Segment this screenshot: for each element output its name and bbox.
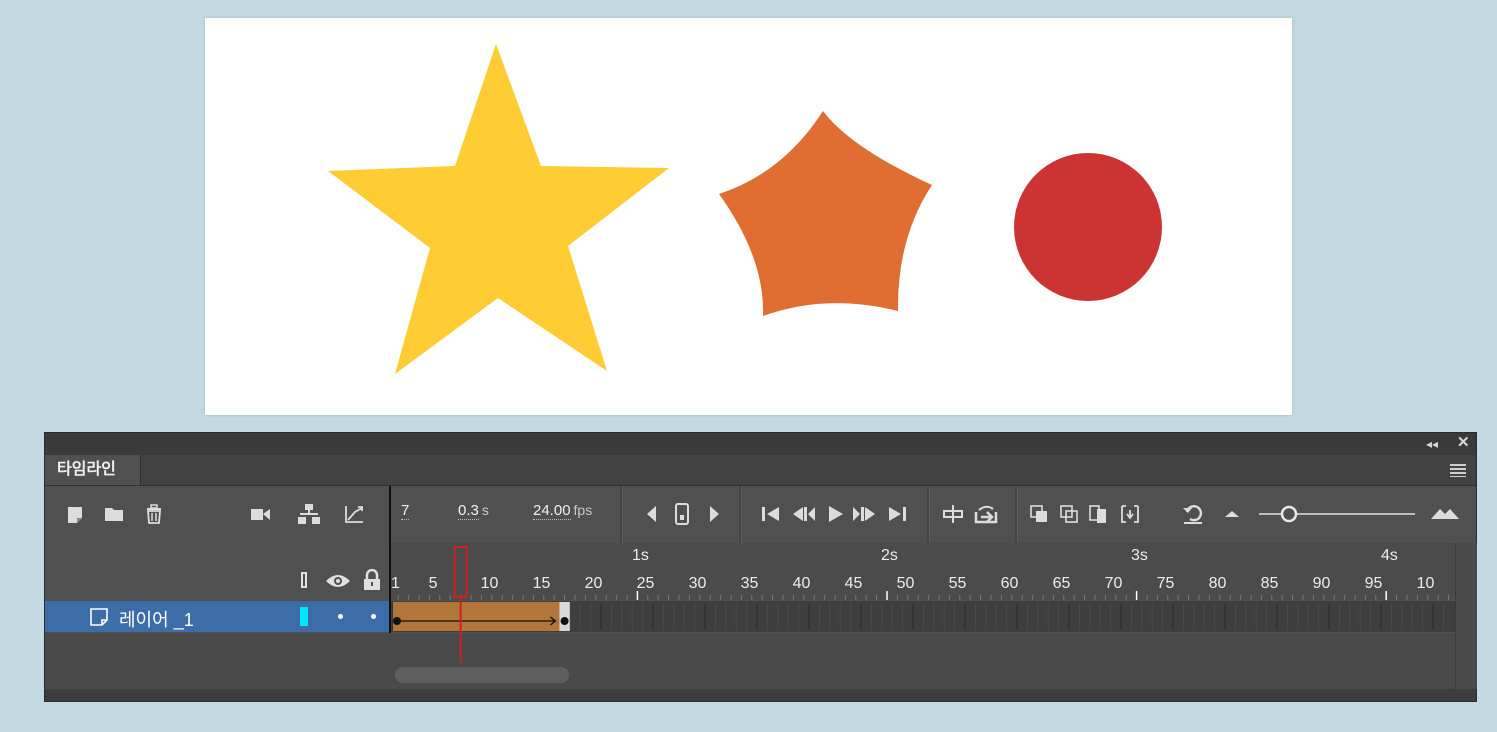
- keyframe-toggle-icon[interactable]: [671, 503, 693, 525]
- frame-rate-field[interactable]: 24.00 fps: [533, 502, 593, 520]
- timeline-panel: ◂◂ ✕ 타임라인 7 0.3 s 24.00 fps 1s 2s 3s 4s …: [44, 432, 1477, 702]
- current-time-value: 0.3: [458, 502, 479, 520]
- layer-parenting-icon[interactable]: [297, 503, 320, 525]
- previous-keyframe-icon[interactable]: [641, 503, 663, 525]
- modify-markers-icon[interactable]: [1119, 503, 1141, 525]
- toolbar-separator: [620, 486, 623, 543]
- panel-tab-bar: 타임라인: [45, 455, 1476, 486]
- current-frame-value: 7: [401, 502, 410, 520]
- go-to-last-frame-icon[interactable]: [885, 503, 907, 525]
- tab-timeline[interactable]: 타임라인: [45, 455, 141, 485]
- hamburger-menu-icon[interactable]: [1450, 463, 1466, 477]
- next-keyframe-icon[interactable]: [703, 503, 725, 525]
- orange-morphing-star-shape[interactable]: [719, 111, 932, 316]
- horizontal-scroll-track[interactable]: [45, 663, 1455, 689]
- zoom-in-mountain-icon[interactable]: [1429, 503, 1461, 525]
- stage-artwork: [328, 44, 1162, 374]
- time-unit-label: s: [481, 502, 489, 518]
- panel-title-bar: ◂◂ ✕: [45, 433, 1476, 455]
- zoom-out-mountain-icon[interactable]: [1221, 503, 1243, 525]
- panel-bottom-bar: [45, 689, 1476, 701]
- step-back-icon[interactable]: [791, 503, 815, 525]
- graph-editor-icon[interactable]: [343, 503, 365, 525]
- stage-canvas[interactable]: [205, 18, 1292, 415]
- zoom-slider[interactable]: [1259, 503, 1419, 525]
- frame-rate-unit-label: fps: [573, 502, 593, 518]
- onion-skin-icon[interactable]: [1029, 503, 1051, 525]
- toolbar-separator: [739, 486, 742, 543]
- current-time-field[interactable]: 0.3 s: [458, 502, 489, 520]
- red-circle-shape[interactable]: [1014, 153, 1162, 301]
- playhead[interactable]: [45, 543, 1455, 665]
- step-forward-icon[interactable]: [851, 503, 875, 525]
- close-icon[interactable]: ✕: [1457, 435, 1470, 450]
- toolbar-separator: [1015, 486, 1018, 543]
- play-icon[interactable]: [825, 503, 847, 525]
- playhead-handle[interactable]: [453, 546, 468, 598]
- onion-skin-outlines-icon[interactable]: [1059, 503, 1081, 525]
- timeline-toolbar: 7 0.3 s 24.00 fps: [45, 486, 1476, 543]
- double-chevron-left-icon[interactable]: ◂◂: [1426, 437, 1438, 451]
- horizontal-scroll-thumb[interactable]: [395, 667, 569, 683]
- undo-rotate-icon[interactable]: [1181, 503, 1203, 525]
- current-frame-field[interactable]: 7: [401, 502, 410, 520]
- vertical-scroll-track[interactable]: [1455, 543, 1477, 689]
- new-layer-icon[interactable]: [65, 503, 87, 525]
- center-playhead-icon[interactable]: [941, 503, 963, 525]
- new-folder-icon[interactable]: [103, 503, 125, 525]
- toolbar-separator: [927, 486, 930, 543]
- loop-playback-icon[interactable]: [973, 503, 998, 525]
- yellow-star-shape[interactable]: [328, 44, 669, 374]
- go-to-first-frame-icon[interactable]: [759, 503, 781, 525]
- camera-icon[interactable]: [249, 503, 271, 525]
- delete-layer-icon[interactable]: [143, 503, 165, 525]
- edit-multiple-frames-icon[interactable]: [1088, 503, 1110, 525]
- frame-rate-value: 24.00: [533, 502, 571, 520]
